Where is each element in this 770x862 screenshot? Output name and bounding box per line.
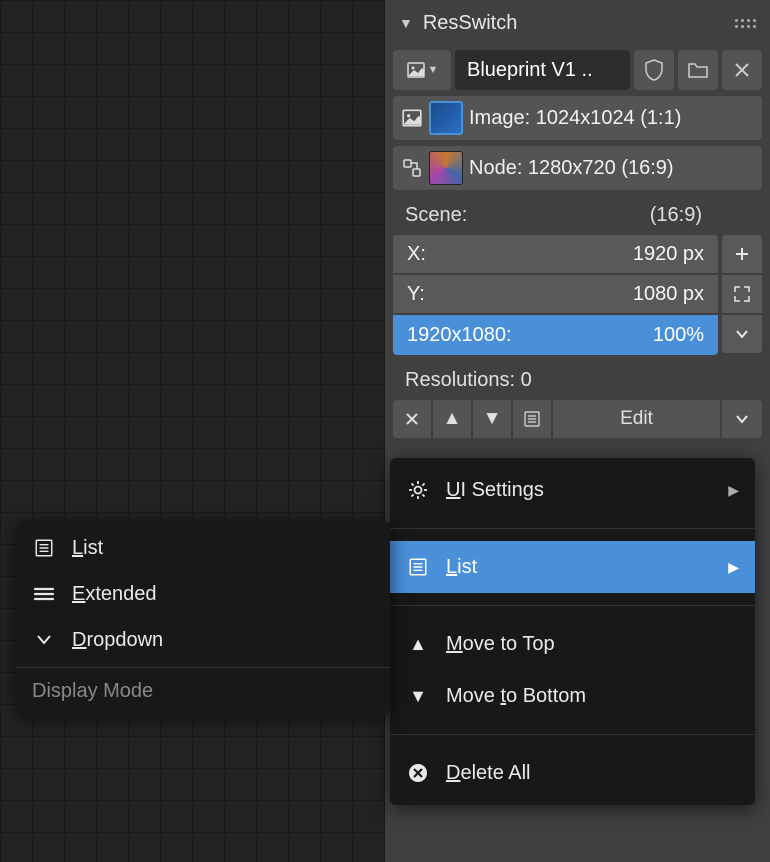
image-thumbnail — [429, 101, 463, 135]
submenu-title: Display Mode — [16, 667, 390, 711]
submenu-dropdown[interactable]: Dropdown — [16, 617, 390, 663]
chevron-down-icon — [735, 329, 749, 339]
shield-icon — [644, 59, 664, 81]
triangle-down-icon: ▼ — [483, 408, 502, 430]
image-info-text: Image: 1024x1024 (1:1) — [469, 107, 681, 130]
image-info-row[interactable]: Image: 1024x1024 (1:1) — [393, 96, 762, 140]
shield-button[interactable] — [634, 50, 674, 90]
expand-icon — [733, 285, 751, 303]
list-icon — [523, 410, 541, 428]
triangle-up-icon: ▲ — [443, 408, 462, 430]
remove-button[interactable] — [393, 400, 431, 438]
chevron-right-icon: ▶ — [728, 559, 739, 576]
edit-button[interactable]: Edit — [553, 400, 720, 438]
delete-icon — [406, 762, 430, 784]
image-type-dropdown[interactable]: ▼ — [393, 50, 451, 90]
image-name-field[interactable]: Blueprint V1 .. — [455, 50, 630, 90]
image-icon — [401, 107, 423, 129]
list-icon — [32, 538, 56, 558]
move-down-button[interactable]: ▼ — [473, 400, 511, 438]
menu-delete-all[interactable]: Delete All — [390, 747, 755, 799]
resolutions-label: Resolutions: 0 — [405, 369, 532, 392]
scene-label-row: Scene: (16:9) — [393, 196, 762, 235]
add-button[interactable] — [722, 235, 762, 273]
menu-separator — [390, 605, 755, 606]
node-icon — [401, 157, 423, 179]
list-icon — [406, 557, 430, 577]
folder-button[interactable] — [678, 50, 718, 90]
chevron-down-icon — [735, 414, 749, 424]
node-info-row[interactable]: Node: 1280x720 (16:9) — [393, 146, 762, 190]
scene-ratio: (16:9) — [650, 204, 702, 227]
triangle-down-icon: ▼ — [406, 686, 430, 707]
menu-list[interactable]: List ▶ — [390, 541, 755, 593]
menu-button[interactable] — [722, 400, 762, 438]
menu-move-bottom[interactable]: ▼ Move to Bottom — [390, 670, 755, 722]
panel-header[interactable]: ▼ ResSwitch — [385, 0, 770, 46]
menu-separator — [390, 734, 755, 735]
dropdown-button[interactable] — [722, 315, 762, 353]
menu-ui-settings[interactable]: UI Settings ▶ — [390, 464, 755, 516]
plus-icon — [734, 246, 750, 262]
folder-icon — [687, 61, 709, 79]
menu-separator — [390, 528, 755, 529]
display-mode-submenu: List Extended Dropdown Display Mode — [16, 521, 390, 715]
grip-icon[interactable] — [735, 19, 756, 28]
gear-icon — [406, 479, 430, 501]
viewport-grid — [0, 0, 385, 862]
chevron-down-icon: ▼ — [428, 64, 439, 76]
move-up-button[interactable]: ▲ — [433, 400, 471, 438]
menu-move-top[interactable]: ▲ Move to Top — [390, 618, 755, 670]
image-icon — [406, 60, 426, 80]
close-icon — [734, 62, 750, 78]
collapse-icon: ▼ — [399, 15, 413, 31]
resolutions-label-row: Resolutions: 0 — [393, 361, 762, 400]
triangle-up-icon: ▲ — [406, 634, 430, 655]
chevron-down-icon — [32, 634, 56, 646]
node-info-text: Node: 1280x720 (16:9) — [469, 157, 674, 180]
scene-label: Scene: — [405, 204, 467, 227]
resolution-percent-field[interactable]: 1920x1080: 100% — [393, 315, 718, 355]
unlink-button[interactable] — [722, 50, 762, 90]
close-icon — [405, 412, 419, 426]
expand-button[interactable] — [722, 275, 762, 313]
context-menu: UI Settings ▶ List ▶ ▲ Move to Top ▼ Mov… — [390, 458, 755, 805]
resolutions-toolbar: ▲ ▼ Edit — [393, 400, 762, 438]
extended-icon — [32, 586, 56, 602]
node-thumbnail — [429, 151, 463, 185]
list-mode-button[interactable] — [513, 400, 551, 438]
y-field[interactable]: Y: 1080 px — [393, 275, 718, 313]
submenu-extended[interactable]: Extended — [16, 571, 390, 617]
x-field[interactable]: X: 1920 px — [393, 235, 718, 273]
submenu-list[interactable]: List — [16, 525, 390, 571]
chevron-right-icon: ▶ — [728, 482, 739, 499]
panel-title: ResSwitch — [423, 12, 517, 35]
